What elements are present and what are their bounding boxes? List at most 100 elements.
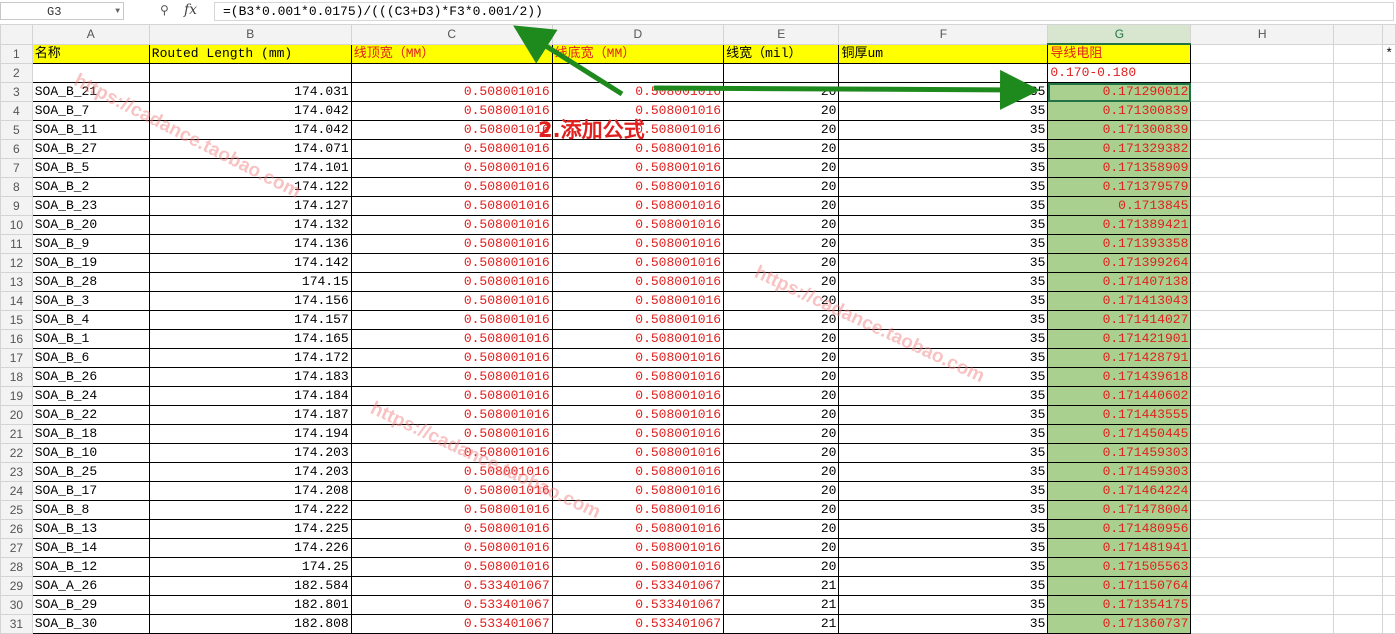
cell[interactable] [1332,500,1384,520]
cell[interactable] [1332,443,1384,463]
cell[interactable] [1190,139,1334,159]
cell[interactable] [1190,424,1334,444]
length-cell[interactable]: 174.184 [148,386,352,406]
cell[interactable] [1332,329,1384,349]
length-cell[interactable]: 174.203 [148,462,352,482]
row-number[interactable]: 8 [0,177,33,197]
bottom-width-cell[interactable]: 0.508001016 [551,519,725,539]
cell[interactable] [1382,177,1396,197]
row-number[interactable]: 9 [0,196,33,216]
top-width-cell[interactable]: 0.508001016 [350,272,553,292]
resistance-cell[interactable]: 0.171290012 [1047,82,1192,102]
bottom-width-cell[interactable]: 0.508001016 [551,310,725,330]
name-cell[interactable]: SOA_B_13 [31,519,150,539]
length-cell[interactable]: 174.142 [148,253,352,273]
cell[interactable] [1382,519,1396,539]
resistance-cell[interactable]: 0.171329382 [1047,139,1192,159]
bottom-width-cell[interactable]: 0.508001016 [551,462,725,482]
row-number[interactable]: 4 [0,101,33,121]
copper-cell[interactable]: 35 [838,481,1049,501]
bottom-width-cell[interactable]: 0.508001016 [551,443,725,463]
row-number[interactable]: 17 [0,348,33,368]
cell[interactable] [350,63,553,83]
cell[interactable] [1190,120,1334,140]
name-cell[interactable]: SOA_B_10 [31,443,150,463]
top-width-cell[interactable]: 0.508001016 [350,120,553,140]
header-cell-width-mil[interactable]: 线宽（mil） [723,43,840,64]
cell[interactable] [1382,595,1396,615]
cell[interactable] [1382,215,1396,235]
length-cell[interactable]: 182.801 [148,595,352,615]
length-cell[interactable]: 174.132 [148,215,352,235]
cell[interactable] [1382,139,1396,159]
cell[interactable] [1332,215,1384,235]
width-mil-cell[interactable]: 20 [723,462,840,482]
cell[interactable] [1382,462,1396,482]
length-cell[interactable]: 174.157 [148,310,352,330]
row-number[interactable]: 6 [0,139,33,159]
top-width-cell[interactable]: 0.508001016 [350,329,553,349]
width-mil-cell[interactable]: 20 [723,158,840,178]
cell[interactable] [1382,481,1396,501]
copper-cell[interactable]: 35 [838,310,1049,330]
width-mil-cell[interactable]: 20 [723,82,840,102]
top-width-cell[interactable]: 0.508001016 [350,234,553,254]
width-mil-cell[interactable]: 20 [723,424,840,444]
cell[interactable] [1332,253,1384,273]
cell[interactable] [1332,196,1384,216]
length-cell[interactable]: 174.225 [148,519,352,539]
cell[interactable] [1332,424,1384,444]
row-number[interactable]: 21 [0,424,33,444]
cell[interactable] [1382,443,1396,463]
width-mil-cell[interactable]: 20 [723,139,840,159]
cell[interactable] [1382,272,1396,292]
cell[interactable] [1190,234,1334,254]
copper-cell[interactable]: 35 [838,329,1049,349]
top-width-cell[interactable]: 0.508001016 [350,101,553,121]
bottom-width-cell[interactable]: 0.508001016 [551,158,725,178]
resistance-cell[interactable]: 0.171300839 [1047,120,1192,140]
width-mil-cell[interactable]: 20 [723,120,840,140]
resistance-cell[interactable]: 0.171413043 [1047,291,1192,311]
cell[interactable] [1332,120,1384,140]
resistance-cell[interactable]: 0.171150764 [1047,576,1192,596]
width-mil-cell[interactable]: 21 [723,595,840,615]
bottom-width-cell[interactable]: 0.508001016 [551,481,725,501]
cell[interactable] [723,63,840,83]
copper-cell[interactable]: 35 [838,367,1049,387]
bottom-width-cell[interactable]: 0.533401067 [551,595,725,615]
top-width-cell[interactable]: 0.508001016 [350,367,553,387]
name-cell[interactable]: SOA_B_19 [31,253,150,273]
cell[interactable] [1382,196,1396,216]
resistance-cell[interactable]: 0.171414027 [1047,310,1192,330]
resistance-cell[interactable]: 0.171389421 [1047,215,1192,235]
copper-cell[interactable]: 35 [838,386,1049,406]
cell[interactable] [1190,196,1334,216]
length-cell[interactable]: 174.187 [148,405,352,425]
row-number[interactable]: 27 [0,538,33,558]
length-cell[interactable]: 174.101 [148,158,352,178]
row-number[interactable]: 7 [0,158,33,178]
cell[interactable] [1382,386,1396,406]
bottom-width-cell[interactable]: 0.508001016 [551,348,725,368]
row-number[interactable]: 30 [0,595,33,615]
top-width-cell[interactable]: 0.508001016 [350,348,553,368]
header-cell-bottom-width[interactable]: 线底宽（MM） [551,43,725,64]
row-number[interactable]: 13 [0,272,33,292]
cell[interactable] [1332,595,1384,615]
width-mil-cell[interactable]: 20 [723,500,840,520]
bottom-width-cell[interactable]: 0.508001016 [551,538,725,558]
row-number[interactable]: 15 [0,310,33,330]
row-number[interactable]: 5 [0,120,33,140]
resistance-cell[interactable]: 0.171354175 [1047,595,1192,615]
length-cell[interactable]: 174.165 [148,329,352,349]
copper-cell[interactable]: 35 [838,139,1049,159]
resistance-cell[interactable]: 0.171464224 [1047,481,1192,501]
row-number[interactable]: 26 [0,519,33,539]
row-number[interactable]: 19 [0,386,33,406]
column-header-c[interactable]: C [350,24,553,45]
width-mil-cell[interactable]: 21 [723,576,840,596]
width-mil-cell[interactable]: 20 [723,272,840,292]
cell[interactable] [1332,519,1384,539]
copper-cell[interactable]: 35 [838,234,1049,254]
